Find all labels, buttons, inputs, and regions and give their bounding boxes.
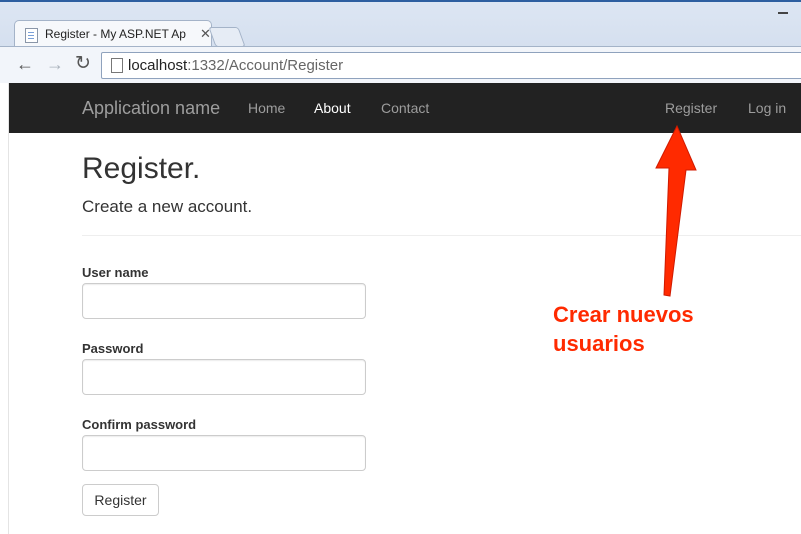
nav-link-home[interactable]: Home [248,100,285,116]
browser-toolbar: ← → ↻ localhost:1332/Account/Register [0,46,801,84]
page-subtitle: Create a new account. [82,197,253,216]
browser-tab[interactable]: Register - My ASP.NET Ap ✕ [14,20,212,47]
nav-link-about[interactable]: About [314,100,351,116]
annotation-line-1: Crear nuevos [553,302,694,327]
tab-title: Register - My ASP.NET Ap [45,27,186,41]
window-border [0,0,801,2]
page-favicon-icon [25,28,38,43]
username-label: User name [82,265,149,280]
annotation-text: Crear nuevos usuarios [553,300,753,358]
page-title: Register. [82,152,201,185]
page-edge [0,83,9,534]
confirm-password-input[interactable] [82,435,366,471]
nav-link-contact[interactable]: Contact [381,100,429,116]
password-label: Password [82,341,144,356]
brand-link[interactable]: Application name [82,98,220,119]
password-input[interactable] [82,359,366,395]
address-bar[interactable]: localhost:1332/Account/Register [101,52,801,79]
register-button[interactable]: Register [82,484,159,516]
reload-icon[interactable]: ↻ [75,54,91,74]
username-input[interactable] [82,283,366,319]
confirm-password-label: Confirm password [82,417,197,432]
new-tab-button[interactable] [208,27,246,47]
nav-link-register[interactable]: Register [665,100,717,116]
arrow-left-icon[interactable]: ← [16,54,34,74]
nav-link-login[interactable]: Log in [748,100,786,116]
minimize-icon[interactable] [778,12,788,14]
page-icon [111,58,123,73]
arrow-right-icon[interactable]: → [46,54,64,74]
url-host: localhost [128,57,188,74]
url-path: :1332/Account/Register [187,57,344,74]
browser-chrome: Register - My ASP.NET Ap ✕ ← → ↻ localho… [0,0,801,84]
annotation-arrow-icon [655,124,697,297]
annotation-line-2: usuarios [553,331,645,356]
url-text: localhost:1332/Account/Register [128,57,343,74]
